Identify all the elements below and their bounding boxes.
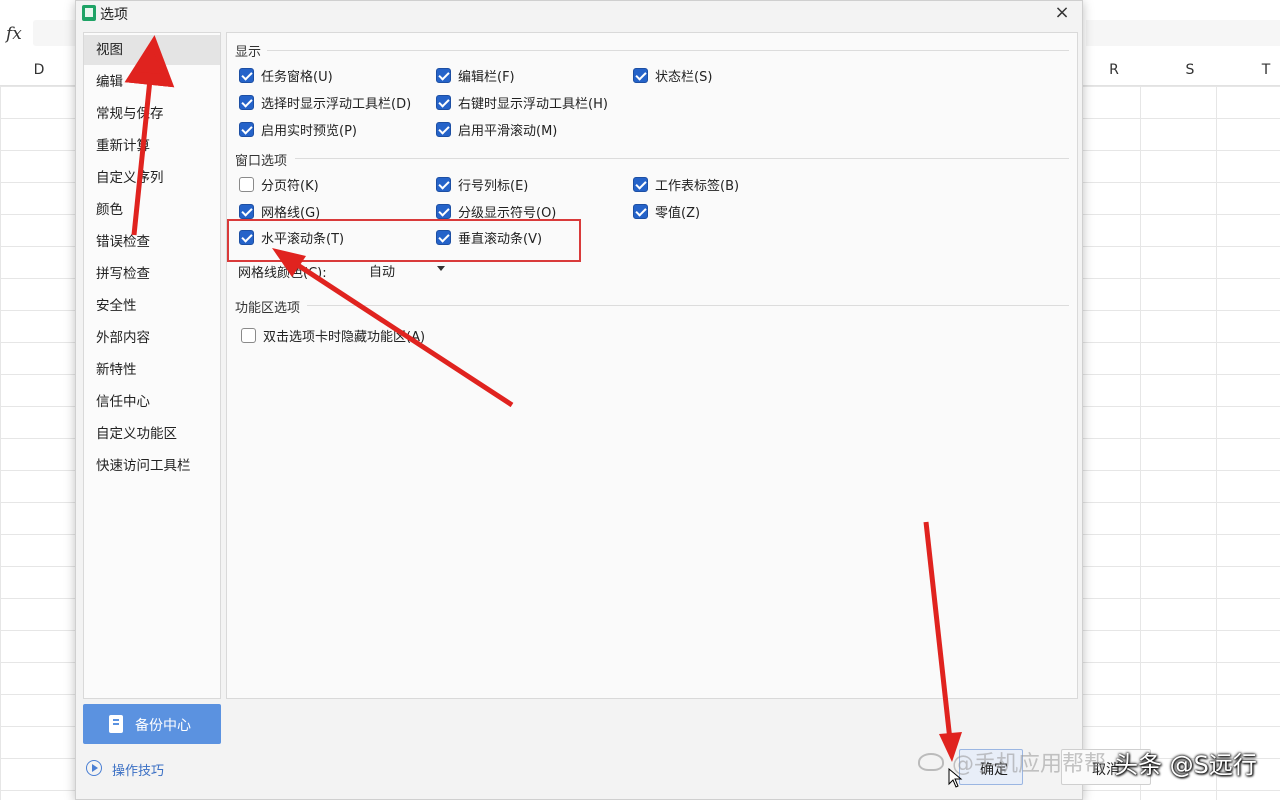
checkbox-label: 选择时显示浮动工具栏(D) xyxy=(261,96,412,112)
gridline-color-label: 网格线颜色(C): xyxy=(238,266,327,281)
checkbox-label: 分级显示符号(O) xyxy=(458,205,557,221)
checkbox-label: 编辑栏(F) xyxy=(458,69,515,85)
backup-center-label: 备份中心 xyxy=(135,718,191,734)
sidebar-item-security[interactable]: 安全性 xyxy=(84,291,220,321)
watermark-faint-text: @手机应用帮帮 xyxy=(952,752,1107,777)
dialog-title: 选项 xyxy=(100,7,128,23)
checkbox-label: 双击选项卡时隐藏功能区(A) xyxy=(263,329,426,345)
checkbox-box xyxy=(436,203,451,219)
checkbox-label: 状态栏(S) xyxy=(655,69,713,85)
checkbox-label: 分页符(K) xyxy=(261,178,319,194)
checkbox-label: 网格线(G) xyxy=(261,205,321,221)
checkbox-task-pane[interactable]: 任务窗格(U) xyxy=(239,64,333,86)
checkbox-box xyxy=(239,176,254,192)
checkbox-label: 零值(Z) xyxy=(655,205,701,221)
checkbox-box xyxy=(436,67,451,83)
checkbox-status-bar[interactable]: 状态栏(S) xyxy=(633,64,712,86)
formula-bar: fx xyxy=(0,18,80,52)
checkbox-formula-bar[interactable]: 编辑栏(F) xyxy=(436,64,515,86)
options-dialog: 选项 × 视图 编辑 常规与保存 重新计算 自定义序列 颜色 错误检查 拼写检查… xyxy=(75,0,1151,800)
watermark: @手机应用帮帮 头条 @S远行 xyxy=(918,742,1257,782)
checkbox-box xyxy=(239,94,254,110)
annotation-highlight-box xyxy=(227,219,581,262)
checkbox-sheet-tabs[interactable]: 工作表标签(B) xyxy=(633,173,739,195)
sidebar-item-recalculate[interactable]: 重新计算 xyxy=(84,131,220,161)
sidebar-item-color[interactable]: 颜色 xyxy=(84,195,220,225)
checkbox-float-toolbar-rightclick[interactable]: 右键时显示浮动工具栏(H) xyxy=(436,91,608,113)
checkbox-box xyxy=(633,176,648,192)
backup-document-icon xyxy=(109,715,123,733)
column-header-r[interactable]: R xyxy=(1099,62,1129,78)
sidebar-item-external-content[interactable]: 外部内容 xyxy=(84,323,220,353)
sidebar-item-error-checking[interactable]: 错误检查 xyxy=(84,227,220,257)
checkbox-box xyxy=(239,67,254,83)
checkbox-box xyxy=(633,203,648,219)
checkbox-box xyxy=(239,121,254,137)
app-logo-icon xyxy=(82,5,96,21)
checkbox-label: 工作表标签(B) xyxy=(655,178,740,194)
checkbox-box xyxy=(436,121,451,137)
options-sidebar: 视图 编辑 常规与保存 重新计算 自定义序列 颜色 错误检查 拼写检查 安全性 … xyxy=(83,32,221,699)
play-circle-icon xyxy=(86,760,102,776)
checkbox-smooth-scroll[interactable]: 启用平滑滚动(M) xyxy=(436,118,557,140)
checkbox-box xyxy=(436,94,451,110)
formula-input[interactable] xyxy=(33,20,80,46)
section-heading-window: 窗口选项 xyxy=(235,154,288,169)
checkbox-label: 启用平滑滚动(M) xyxy=(458,123,558,139)
checkbox-box xyxy=(436,176,451,192)
close-button[interactable]: × xyxy=(1052,3,1072,23)
checkbox-label: 行号列标(E) xyxy=(458,178,529,194)
column-header-s[interactable]: S xyxy=(1175,62,1205,78)
options-content-panel: 显示 任务窗格(U) 编辑栏(F) 状态栏(S) 选择时显示浮动工具栏(D) 右… xyxy=(226,32,1078,699)
fx-label: fx xyxy=(6,24,22,44)
checkbox-box xyxy=(633,67,648,83)
sidebar-item-trust-center[interactable]: 信任中心 xyxy=(84,387,220,417)
checkbox-hide-ribbon-on-dblclick[interactable]: 双击选项卡时隐藏功能区(A) xyxy=(241,324,425,346)
checkbox-box xyxy=(239,203,254,219)
formula-input-right[interactable] xyxy=(1086,20,1280,46)
checkbox-row-col-headers[interactable]: 行号列标(E) xyxy=(436,173,528,195)
tips-label: 操作技巧 xyxy=(112,764,165,779)
checkbox-live-preview[interactable]: 启用实时预览(P) xyxy=(239,118,357,140)
section-divider xyxy=(307,305,1069,306)
sidebar-item-view[interactable]: 视图 xyxy=(84,35,220,65)
sidebar-item-customize-ribbon[interactable]: 自定义功能区 xyxy=(84,419,220,449)
sidebar-item-custom-lists[interactable]: 自定义序列 xyxy=(84,163,220,193)
sidebar-item-spelling[interactable]: 拼写检查 xyxy=(84,259,220,289)
column-header-d[interactable]: D xyxy=(24,62,54,78)
checkbox-label: 任务窗格(U) xyxy=(261,69,333,85)
checkbox-zero-values[interactable]: 零值(Z) xyxy=(633,200,700,222)
sidebar-item-quick-access-toolbar[interactable]: 快速访问工具栏 xyxy=(84,451,220,481)
sidebar-item-general-save[interactable]: 常规与保存 xyxy=(84,99,220,129)
checkbox-box xyxy=(241,327,256,343)
sidebar-item-edit[interactable]: 编辑 xyxy=(84,67,220,97)
checkbox-label: 右键时显示浮动工具栏(H) xyxy=(458,96,608,112)
dialog-titlebar: 选项 × xyxy=(76,1,1082,27)
checkbox-label: 启用实时预览(P) xyxy=(261,123,357,139)
section-divider xyxy=(295,158,1069,159)
column-header-t[interactable]: T xyxy=(1251,62,1280,78)
section-heading-ribbon: 功能区选项 xyxy=(235,301,301,316)
checkbox-page-breaks[interactable]: 分页符(K) xyxy=(239,173,319,195)
gridline-color-value: 自动 xyxy=(369,265,396,280)
sidebar-item-new-features[interactable]: 新特性 xyxy=(84,355,220,385)
section-heading-display: 显示 xyxy=(235,45,262,60)
section-divider xyxy=(267,50,1069,51)
backup-center-button[interactable]: 备份中心 xyxy=(83,704,221,744)
chevron-down-icon xyxy=(437,266,445,271)
checkbox-float-toolbar-select[interactable]: 选择时显示浮动工具栏(D) xyxy=(239,91,411,113)
watermark-logo-icon xyxy=(918,753,944,771)
watermark-main-text: 头条 @S远行 xyxy=(1114,750,1257,779)
